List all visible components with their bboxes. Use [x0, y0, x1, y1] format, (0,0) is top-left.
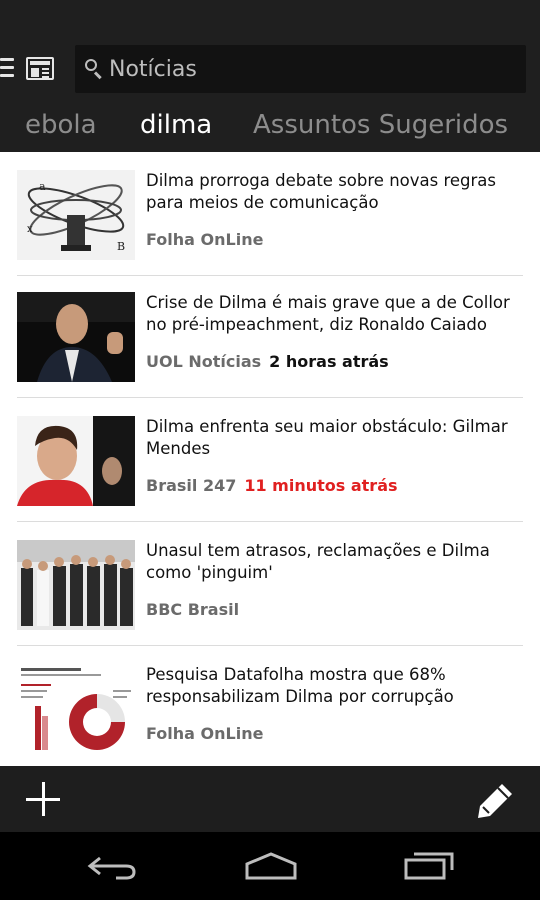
tab-ebola[interactable]: ebola: [25, 110, 97, 140]
article-time: 11 minutos atrás: [244, 476, 398, 495]
system-navigation-bar: [0, 832, 540, 900]
article-source: UOL Notícias: [146, 352, 262, 371]
article-thumbnail: [17, 540, 135, 630]
app-bar: ebola dilma Assuntos Sugeridos: [0, 0, 540, 152]
search-input[interactable]: [109, 56, 489, 82]
tab-suggested-topics[interactable]: Assuntos Sugeridos: [253, 110, 508, 140]
article-thumbnail: [17, 292, 135, 382]
menu-icon[interactable]: [0, 58, 14, 80]
article-headline[interactable]: Dilma enfrenta seu maior obstáculo: Gilm…: [146, 416, 526, 460]
article-headline[interactable]: Dilma prorroga debate sobre novas regras…: [146, 170, 526, 214]
article-meta: UOL Notícias 2 horas atrás: [146, 352, 389, 371]
list-item[interactable]: Dilma enfrenta seu maior obstáculo: Gilm…: [0, 398, 540, 522]
article-source: Folha OnLine: [146, 230, 264, 249]
list-item[interactable]: Unasul tem atrasos, reclamações e Dilma …: [0, 522, 540, 646]
article-headline[interactable]: Crise de Dilma é mais grave que a de Col…: [146, 292, 526, 336]
article-meta: Brasil 247 11 minutos atrás: [146, 476, 398, 495]
article-source: Brasil 247: [146, 476, 237, 495]
home-icon[interactable]: [243, 850, 299, 886]
search-box[interactable]: [75, 45, 526, 93]
article-meta: BBC Brasil: [146, 600, 239, 619]
list-item[interactable]: a B x Dilma prorroga debate sobre novas …: [0, 152, 540, 276]
svg-text:B: B: [117, 240, 125, 253]
bottom-app-bar: [0, 766, 540, 832]
svg-text:a: a: [39, 180, 46, 193]
search-icon: [83, 58, 105, 80]
article-source: BBC Brasil: [146, 600, 240, 619]
recent-apps-icon[interactable]: [402, 850, 456, 886]
svg-text:x: x: [27, 224, 33, 235]
tab-dilma[interactable]: dilma: [140, 110, 212, 140]
back-icon[interactable]: [86, 850, 138, 886]
article-thumbnail: a B x: [17, 170, 135, 260]
add-icon[interactable]: [24, 780, 64, 820]
list-item[interactable]: Crise de Dilma é mais grave que a de Col…: [0, 274, 540, 398]
article-meta: Folha OnLine: [146, 724, 263, 743]
topic-tabs: ebola dilma Assuntos Sugeridos: [0, 100, 540, 152]
article-thumbnail: [17, 416, 135, 506]
list-item[interactable]: Pesquisa Datafolha mostra que 68% respon…: [0, 646, 540, 766]
news-list: a B x Dilma prorroga debate sobre novas …: [0, 152, 540, 766]
edit-pencil-icon[interactable]: [474, 780, 516, 820]
article-time: 2 horas atrás: [269, 352, 389, 371]
article-headline[interactable]: Pesquisa Datafolha mostra que 68% respon…: [146, 664, 526, 708]
article-source: Folha OnLine: [146, 724, 264, 743]
article-headline[interactable]: Unasul tem atrasos, reclamações e Dilma …: [146, 540, 526, 584]
newspaper-icon[interactable]: [26, 57, 54, 80]
article-meta: Folha OnLine: [146, 230, 263, 249]
article-thumbnail: [17, 664, 135, 754]
